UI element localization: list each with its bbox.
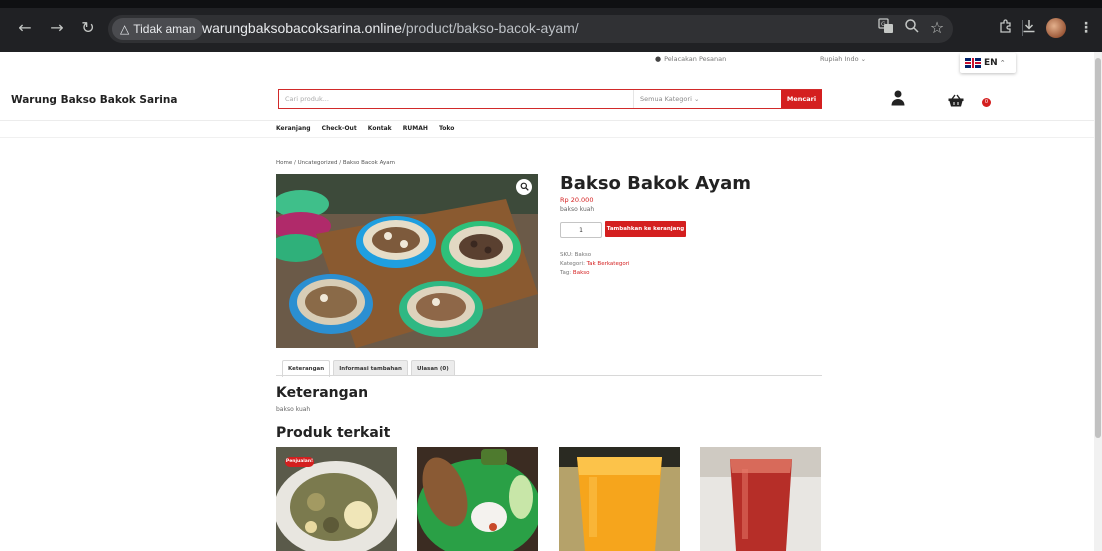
language-label: EN <box>984 58 998 68</box>
arrow-right-icon[interactable]: → <box>46 17 68 39</box>
description-text: bakso kuah <box>276 406 311 413</box>
search-form: Semua Kategori ⌄ Mencari <box>278 89 822 109</box>
location-pin-icon: ● <box>655 55 662 63</box>
product-image[interactable] <box>276 174 538 348</box>
category-select-label: Semua Kategori <box>640 95 692 103</box>
category-select[interactable]: Semua Kategori ⌄ <box>633 90 781 108</box>
site-title[interactable]: Warung Bakso Bakok Sarina <box>11 94 177 106</box>
breadcrumb-category[interactable]: Uncategorized <box>298 160 338 166</box>
add-to-cart-button[interactable]: Tambahkan ke keranjang <box>605 221 686 237</box>
chevron-down-icon: ⌄ <box>860 55 867 63</box>
nav-item-rumah[interactable]: RUMAH <box>403 125 428 132</box>
search-input[interactable] <box>279 90 631 108</box>
header-divider <box>0 120 1094 121</box>
category-link[interactable]: Tak Berkategori <box>587 261 630 267</box>
language-switcher[interactable]: EN ⌃ <box>960 53 1016 73</box>
breadcrumb-home[interactable]: Home <box>276 160 292 166</box>
translate-icon[interactable]: G <box>876 18 896 38</box>
cart-count-badge: 0 <box>982 98 991 107</box>
tag-link[interactable]: Bakso <box>573 270 590 276</box>
product-price: Rp 20.000 <box>560 196 594 204</box>
currency-label: Rupiah Indo <box>820 55 859 63</box>
nav-item-check-out[interactable]: Check-Out <box>322 125 357 132</box>
zoom-icon[interactable] <box>902 18 922 38</box>
security-chip[interactable]: △ Tidak aman <box>112 18 204 40</box>
breadcrumb-current: Bakso Bacok Ayam <box>342 160 395 166</box>
chevron-up-icon: ⌃ <box>999 59 1006 67</box>
sku-value: Bakso <box>574 252 592 258</box>
product-sku: SKU: Bakso <box>560 252 591 258</box>
nav-item-kontak[interactable]: Kontak <box>368 125 392 132</box>
related-product-2-image[interactable] <box>417 447 538 551</box>
related-product-4-image[interactable] <box>700 447 821 551</box>
svg-text:G: G <box>881 21 886 28</box>
search-button[interactable]: Mencari <box>781 90 822 108</box>
warning-icon: △ <box>120 22 130 36</box>
order-tracking-link[interactable]: ● Pelacakan Pesanan <box>655 55 726 63</box>
description-title: Keterangan <box>276 385 369 401</box>
tabs-divider <box>276 375 822 376</box>
browser-tab-strip <box>0 0 1102 8</box>
quantity-input[interactable] <box>560 222 602 238</box>
sku-label: SKU: <box>560 252 573 258</box>
menu-icon[interactable]: ⋮ <box>1076 18 1096 38</box>
security-chip-label: Tidak aman <box>133 22 196 36</box>
nav-item-toko[interactable]: Toko <box>439 125 454 132</box>
account-icon[interactable] <box>891 90 905 106</box>
product-tag: Tag: Bakso <box>560 270 589 276</box>
breadcrumb-separator: / <box>294 160 296 166</box>
breadcrumb: Home / Uncategorized / Bakso Bacok Ayam <box>276 160 395 166</box>
url-text[interactable]: warungbaksobacoksarina.online/product/ba… <box>202 20 579 36</box>
url-path: /product/bakso-bacok-ayam/ <box>402 20 579 36</box>
nav-divider <box>0 137 1094 138</box>
related-products-title: Produk terkait <box>276 425 391 441</box>
product-tabs: Keterangan Informasi tambahan Ulasan (0) <box>282 360 455 377</box>
profile-avatar[interactable] <box>1046 18 1066 38</box>
currency-selector[interactable]: Rupiah Indo ⌄ <box>820 55 866 63</box>
breadcrumb-separator: / <box>339 160 342 166</box>
arrow-left-icon[interactable]: ← <box>14 17 36 39</box>
main-navigation: Keranjang Check-Out Kontak RUMAH Toko <box>276 125 463 132</box>
order-tracking-label: Pelacakan Pesanan <box>664 55 727 63</box>
url-domain: warungbaksobacoksarina.online <box>202 20 403 36</box>
product-short-description: bakso kuah <box>560 206 595 213</box>
bookmark-star-icon[interactable]: ☆ <box>927 18 947 38</box>
product-title: Bakso Bakok Ayam <box>560 173 752 194</box>
tab-ulasan[interactable]: Ulasan (0) <box>410 360 455 376</box>
nav-item-keranjang[interactable]: Keranjang <box>276 125 311 132</box>
product-category: Kategori: Tak Berkategori <box>560 261 630 267</box>
download-icon[interactable] <box>1019 18 1039 38</box>
extensions-icon[interactable] <box>996 18 1016 38</box>
sale-badge: Penjualan! <box>285 457 314 467</box>
basket-icon[interactable] <box>948 92 964 107</box>
magnify-icon[interactable] <box>516 179 532 195</box>
reload-icon[interactable]: ↻ <box>77 17 99 39</box>
chevron-down-icon: ⌄ <box>693 95 700 103</box>
tag-label: Tag: <box>560 270 572 276</box>
category-label: Kategori: <box>560 261 585 267</box>
tab-informasi-tambahan[interactable]: Informasi tambahan <box>333 360 408 376</box>
scrollbar-thumb[interactable] <box>1095 58 1101 438</box>
uk-flag-icon <box>965 57 981 68</box>
related-product-3-image[interactable] <box>559 447 680 551</box>
